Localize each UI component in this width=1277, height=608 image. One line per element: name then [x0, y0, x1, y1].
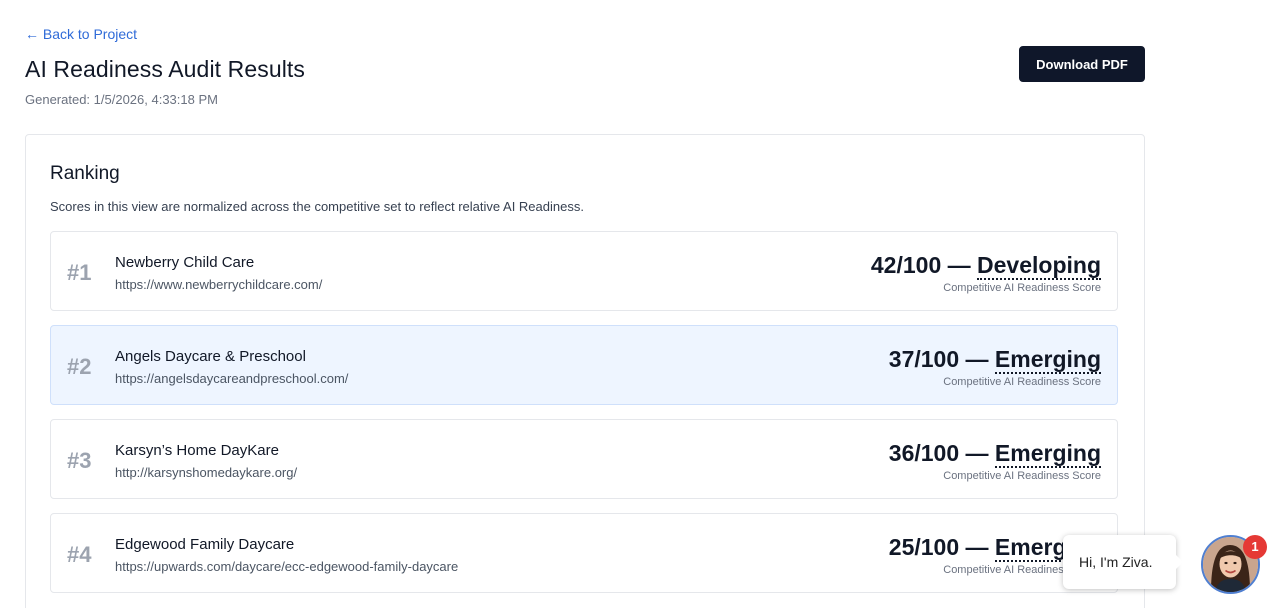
- score-caption: Competitive AI Readiness Score: [943, 470, 1101, 482]
- score-value: 25/100 —: [888, 534, 989, 560]
- score-value: 42/100 —: [870, 252, 971, 278]
- score-level[interactable]: Emerging: [994, 440, 1101, 468]
- download-pdf-button[interactable]: Download PDF: [1019, 46, 1145, 82]
- org-url: https://upwards.com/daycare/ecc-edgewood…: [115, 559, 459, 574]
- org-url: https://www.newberrychildcare.com/: [115, 277, 323, 292]
- ranking-row[interactable]: #3 Karsyn’s Home DayKare http://karsynsh…: [50, 419, 1118, 499]
- org-url: http://karsynshomedaykare.org/: [115, 465, 298, 480]
- ranking-title: Ranking: [50, 163, 120, 184]
- ranking-row[interactable]: #2 Angels Daycare & Preschool https://an…: [50, 325, 1118, 405]
- org-url: https://angelsdaycareandpreschool.com/: [115, 371, 349, 386]
- score-level[interactable]: Emerging: [994, 346, 1101, 374]
- ranking-row[interactable]: #4 Edgewood Family Daycare https://upwar…: [50, 513, 1118, 593]
- score-level[interactable]: Developing: [977, 252, 1101, 280]
- page: ← Back to Project AI Readiness Audit Res…: [0, 0, 1277, 608]
- rank-number: #1: [67, 260, 92, 285]
- ranking-card: Ranking Scores in this view are normaliz…: [25, 134, 1145, 608]
- org-name: Karsyn’s Home DayKare: [115, 442, 279, 459]
- org-name: Edgewood Family Daycare: [115, 536, 295, 553]
- score: 37/100 — Emerging: [888, 346, 1101, 374]
- generated-timestamp: Generated: 1/5/2026, 4:33:18 PM: [25, 92, 218, 107]
- score-caption: Competitive AI Readiness Score: [943, 282, 1101, 294]
- score-value: 37/100 —: [888, 346, 989, 372]
- ranking-row[interactable]: #1 Newberry Child Care https://www.newbe…: [50, 231, 1118, 311]
- org-name: Angels Daycare & Preschool: [115, 348, 306, 365]
- score: 36/100 — Emerging: [888, 440, 1101, 468]
- score: 42/100 — Developing: [870, 252, 1101, 280]
- chat-greeting-bubble[interactable]: Hi, I'm Ziva.: [1063, 535, 1183, 589]
- notification-badge: 1: [1243, 535, 1267, 559]
- ranking-description: Scores in this view are normalized acros…: [50, 199, 584, 214]
- page-title: AI Readiness Audit Results: [25, 56, 306, 82]
- rank-number: #2: [67, 354, 92, 379]
- score-caption: Competitive AI Readiness Score: [943, 376, 1101, 388]
- rank-number: #4: [67, 542, 92, 567]
- org-name: Newberry Child Care: [115, 254, 255, 271]
- rank-number: #3: [67, 448, 92, 473]
- score-value: 36/100 —: [888, 440, 989, 466]
- back-to-project-link[interactable]: ← Back to Project: [25, 26, 137, 42]
